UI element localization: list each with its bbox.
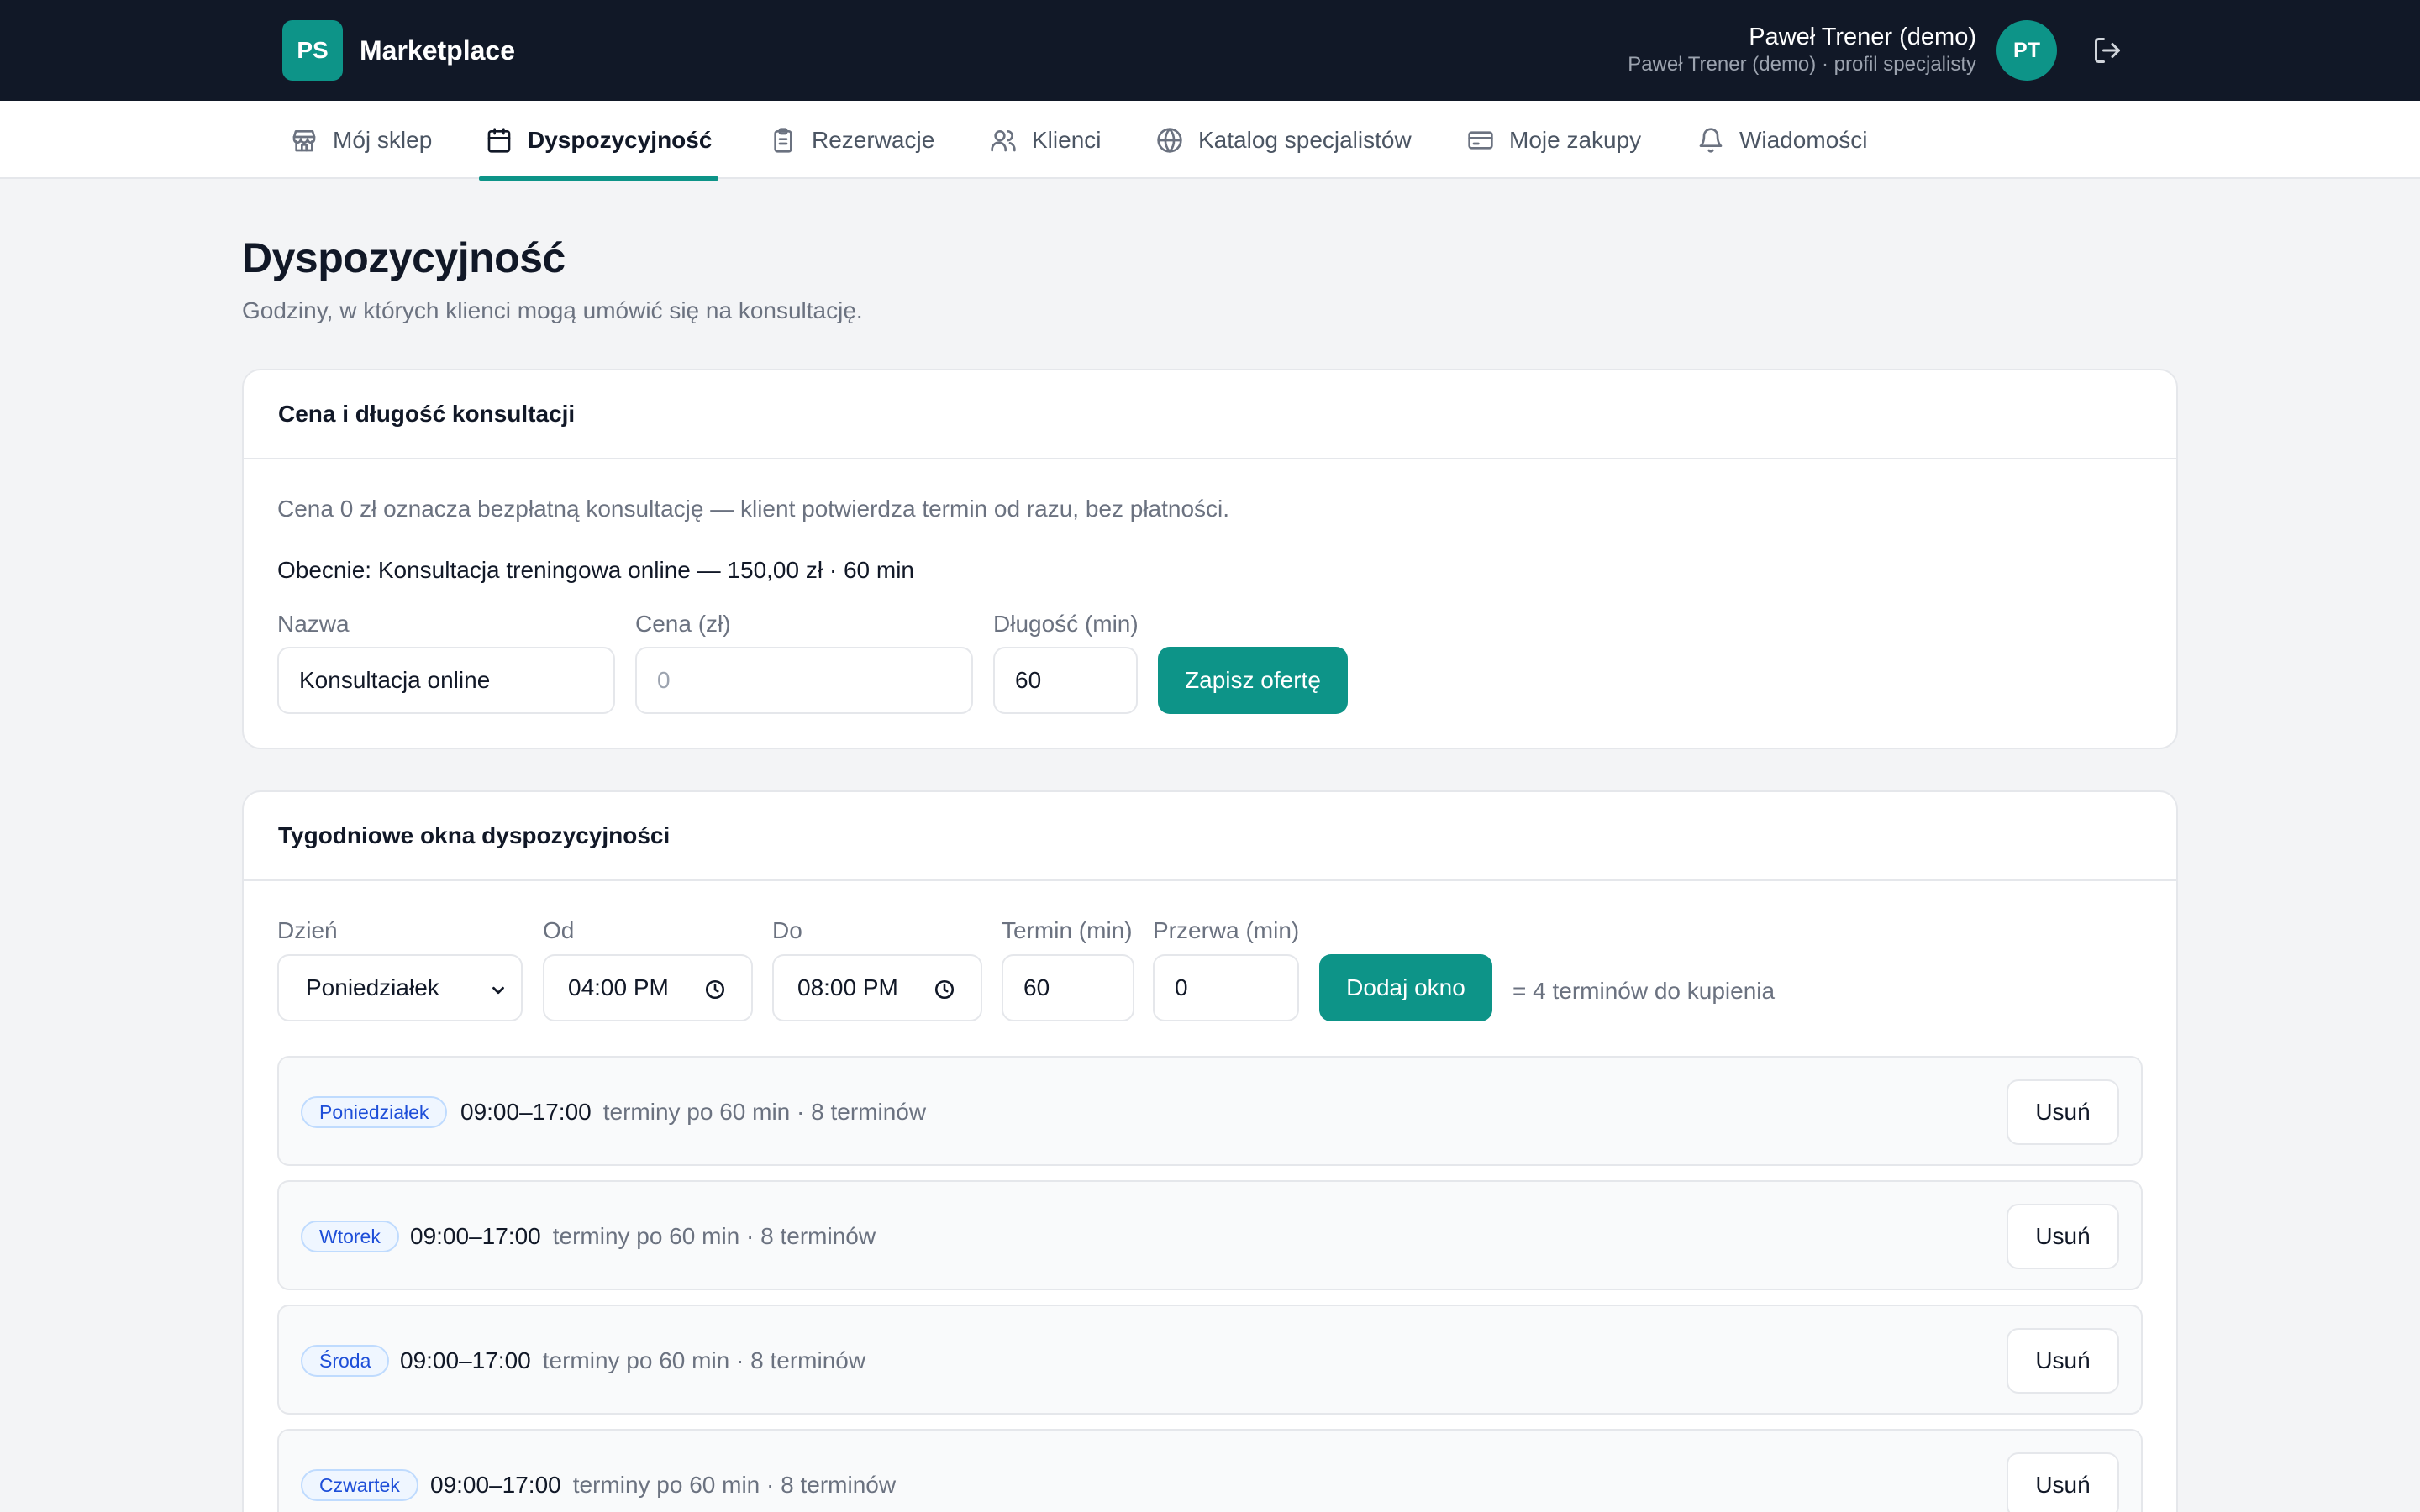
duration-label: Długość (min): [993, 611, 1139, 637]
avatar[interactable]: PT: [1996, 20, 2057, 81]
window-info: terminy po 60 min · 8 terminów: [542, 1347, 866, 1373]
clipboard-icon: [774, 127, 792, 153]
nav-label: Klienci: [1032, 126, 1102, 153]
break-input[interactable]: 0: [1153, 954, 1299, 1021]
nav-label: Dyspozycyjność: [528, 126, 713, 153]
save-offer-button[interactable]: Zapisz ofertę: [1158, 647, 1348, 714]
store-icon: [292, 129, 316, 151]
day-badge: Czwartek: [301, 1469, 418, 1501]
from-time-value: 04:00 PM: [568, 974, 669, 1000]
offer-card-title: Cena i długość konsultacji: [244, 370, 2176, 459]
to-time-value: 08:00 PM: [797, 974, 898, 1000]
break-label: Przerwa (min): [1153, 917, 1300, 943]
window-info: terminy po 60 min · 8 terminów: [552, 1223, 876, 1249]
user-name: Paweł Trener (demo): [1749, 24, 1976, 50]
window-info: terminy po 60 min · 8 terminów: [572, 1472, 897, 1498]
window-row: Wtorek 09:00–17:00 terminy po 60 min · 8 …: [277, 1180, 2143, 1290]
offer-name-input[interactable]: Konsultacja online: [277, 647, 615, 714]
bell-icon: [1699, 127, 1723, 153]
window-details: 09:00–17:00 terminy po 60 min · 8 terminó…: [410, 1223, 876, 1250]
nav-item-my-shop[interactable]: Mój sklep: [291, 101, 432, 179]
to-label: Do: [772, 917, 802, 943]
brand-name: Marketplace: [360, 34, 515, 66]
window-details: 09:00–17:00 terminy po 60 min · 8 terminó…: [400, 1347, 865, 1374]
slots-summary: = 4 terminów do kupienia: [1512, 978, 1776, 1004]
user-info: Paweł Trener (demo) Paweł Trener (demo) …: [1628, 22, 1976, 77]
day-badge: Poniedziałek: [301, 1096, 448, 1128]
remove-window-button[interactable]: Usuń: [2007, 1079, 2119, 1145]
current-offer: Obecnie: Konsultacja treningowa online —…: [277, 557, 914, 583]
nav-item-purchases[interactable]: Moje zakupy: [1467, 101, 1641, 179]
nav-label: Moje zakupy: [1509, 126, 1642, 153]
users-icon: [991, 129, 1016, 151]
day-label: Dzień: [277, 917, 338, 943]
clock-icon[interactable]: [704, 979, 726, 1000]
name-label: Nazwa: [277, 611, 350, 637]
windows-card-title: Tygodniowe okna dyspozycyjności: [244, 792, 2176, 881]
user-profile-type: Paweł Trener (demo) · profil specjalisty: [1628, 53, 1976, 76]
nav-item-clients[interactable]: Klienci: [990, 101, 1101, 179]
remove-window-button[interactable]: Usuń: [2007, 1204, 2119, 1269]
globe-icon: [1157, 127, 1182, 153]
calendar-icon: [487, 127, 511, 153]
from-time-input[interactable]: 04:00 PM: [543, 954, 753, 1021]
from-label: Od: [543, 917, 575, 943]
top-bar: PS Marketplace Paweł Trener (demo) Paweł…: [0, 0, 2420, 101]
credit-card-icon: [1468, 130, 1493, 150]
day-select[interactable]: Poniedziałek: [277, 954, 523, 1021]
remove-window-button[interactable]: Usuń: [2007, 1328, 2119, 1394]
day-badge: Środa: [301, 1345, 390, 1377]
slot-length-input[interactable]: 60: [1002, 954, 1134, 1021]
nav-item-catalog[interactable]: Katalog specjalistów: [1156, 101, 1412, 179]
window-time: 09:00–17:00: [400, 1347, 531, 1373]
price-label: Cena (zł): [635, 611, 731, 637]
nav-label: Wiadomości: [1739, 126, 1868, 153]
window-details: 09:00–17:00 terminy po 60 min · 8 terminó…: [430, 1472, 896, 1499]
window-time: 09:00–17:00: [410, 1223, 541, 1249]
window-time: 09:00–17:00: [430, 1472, 561, 1498]
brand[interactable]: PS Marketplace: [282, 20, 515, 81]
brand-logo: PS: [282, 20, 343, 81]
window-row: Poniedziałek 09:00–17:00 terminy po 60 mi…: [277, 1056, 2143, 1166]
remove-window-button[interactable]: Usuń: [2007, 1452, 2119, 1512]
main-nav: Mój sklep Dyspozycyjność Rezerwacje Klie…: [0, 101, 2420, 181]
clock-icon[interactable]: [934, 979, 955, 1000]
window-info: terminy po 60 min · 8 terminów: [602, 1099, 927, 1125]
window-row: Środa 09:00–17:00 terminy po 60 min · 8 t…: [277, 1305, 2143, 1415]
page-title: Dyspozycyjność: [242, 234, 566, 281]
nav-label: Rezerwacje: [812, 126, 935, 153]
nav-item-messages[interactable]: Wiadomości: [1697, 101, 1867, 179]
free-price-note: Cena 0 zł oznacza bezpłatną konsultację …: [277, 496, 1230, 522]
window-time: 09:00–17:00: [460, 1099, 592, 1125]
day-select-value: Poniedziałek: [306, 974, 439, 1000]
nav-item-bookings[interactable]: Rezerwacje: [770, 101, 934, 179]
offer-price-input[interactable]: 0: [635, 647, 973, 714]
page-subtitle: Godziny, w których klienci mogą umówić s…: [242, 297, 863, 323]
nav-label: Katalog specjalistów: [1198, 126, 1412, 153]
nav-item-availability[interactable]: Dyspozycyjność: [478, 101, 719, 181]
to-time-input[interactable]: 08:00 PM: [772, 954, 982, 1021]
window-row: Czwartek 09:00–17:00 terminy po 60 min · …: [277, 1429, 2143, 1512]
chevron-down-icon: [492, 986, 504, 995]
add-window-button[interactable]: Dodaj okno: [1319, 954, 1492, 1021]
slot-length-label: Termin (min): [1002, 917, 1133, 943]
window-details: 09:00–17:00 terminy po 60 min · 8 terminó…: [460, 1099, 926, 1126]
nav-label: Mój sklep: [333, 126, 433, 153]
logout-icon[interactable]: [2092, 35, 2123, 66]
offer-duration-input[interactable]: 60: [993, 647, 1138, 714]
day-badge: Wtorek: [301, 1221, 399, 1252]
